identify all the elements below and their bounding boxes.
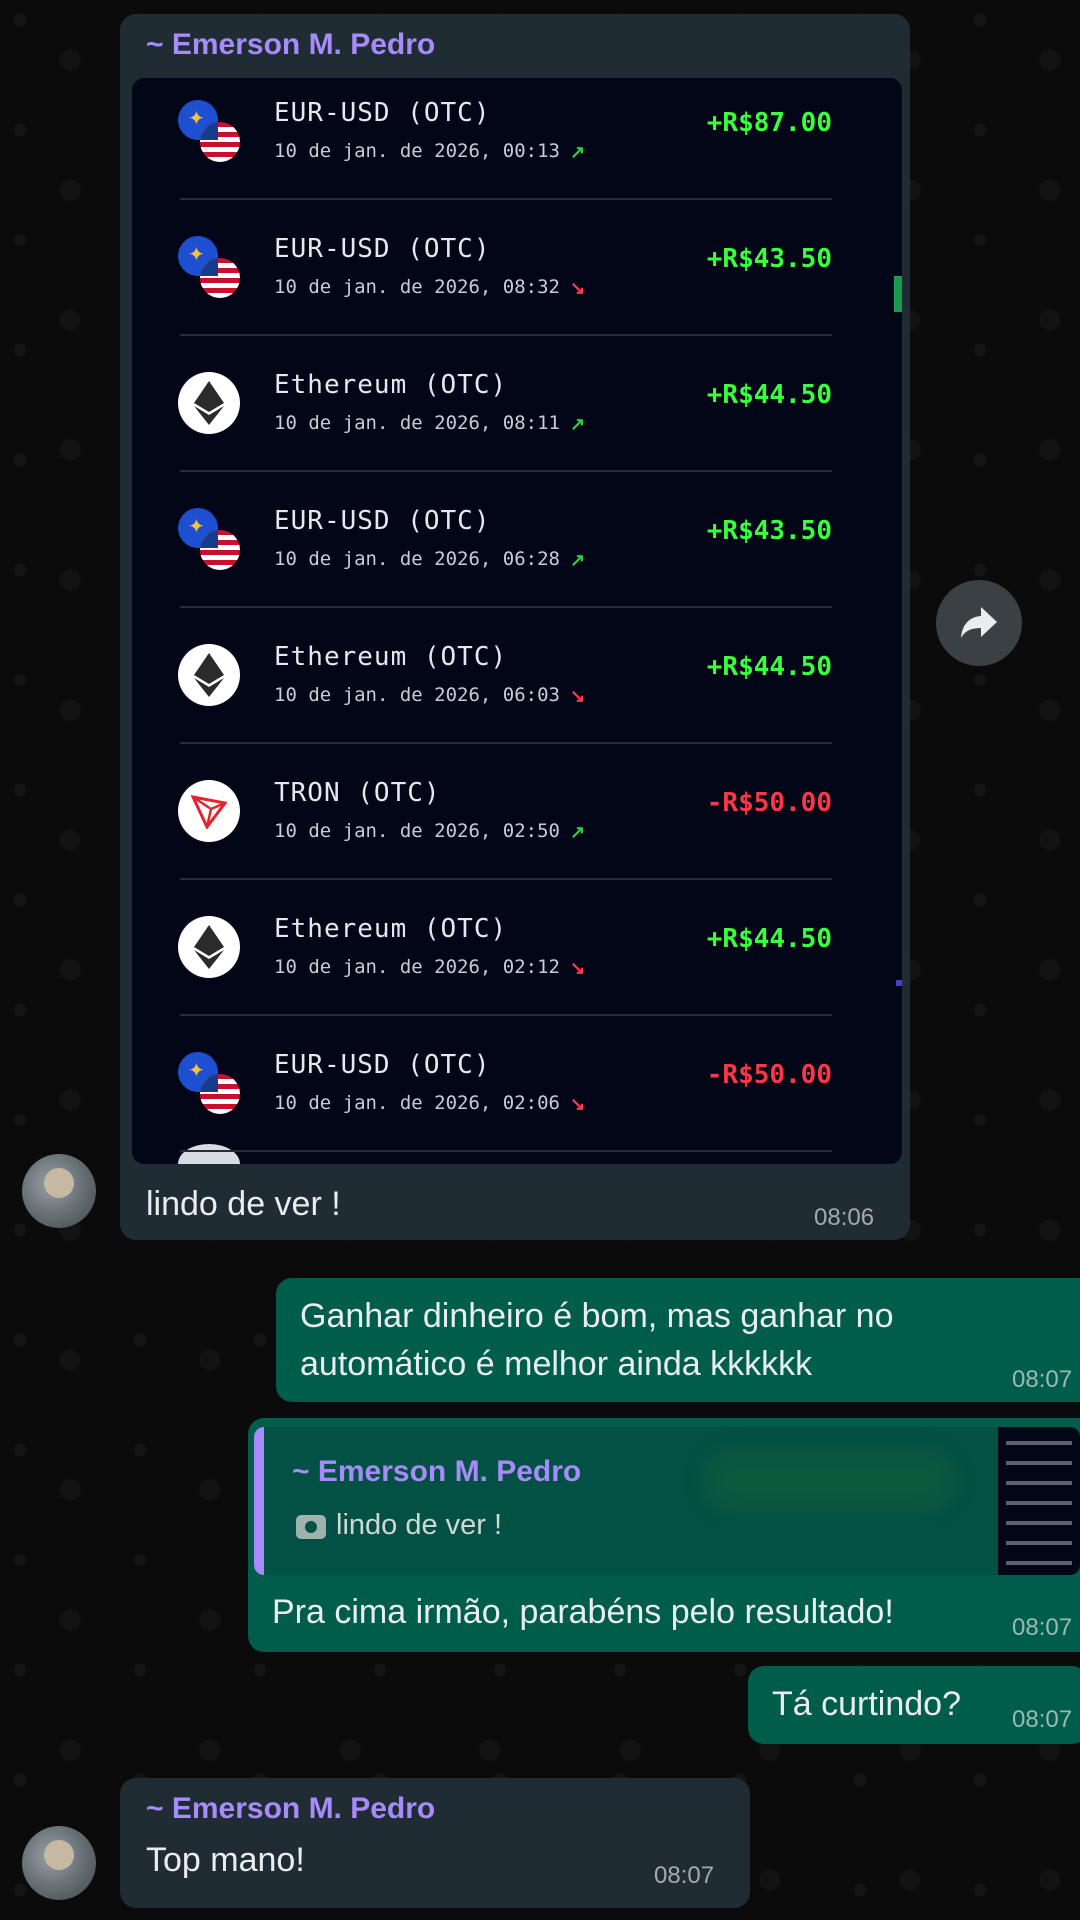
trade-result-value: +R$44.50 xyxy=(706,924,832,954)
trade-asset-name: Ethereum (OTC) xyxy=(274,642,508,672)
trade-date: 10 de jan. de 2026, 08:11 xyxy=(274,412,560,434)
tron-icon xyxy=(178,780,240,842)
outgoing-message[interactable]: Tá curtindo? 08:07 xyxy=(748,1666,1080,1744)
outgoing-message[interactable]: Ganhar dinheiro é bom, mas ganhar no aut… xyxy=(276,1278,1080,1402)
trend-down-icon: ↘ xyxy=(570,958,586,978)
sender-avatar[interactable] xyxy=(22,1826,96,1900)
ethereum-icon xyxy=(178,372,240,434)
camera-icon xyxy=(296,1515,326,1539)
trade-row[interactable]: Ethereum (OTC) 10 de jan. de 2026, 06:03 ↘… xyxy=(132,608,902,744)
redacted-area xyxy=(704,1451,954,1511)
quoted-message[interactable]: ~ Emerson M. Pedro lindo de ver ! xyxy=(254,1427,1080,1575)
trade-date: 10 de jan. de 2026, 06:03 xyxy=(274,684,560,706)
ethereum-icon xyxy=(178,644,240,706)
trade-date: 10 de jan. de 2026, 06:28 xyxy=(274,548,560,570)
sender-avatar[interactable] xyxy=(22,1154,96,1228)
trend-up-icon: ↗ xyxy=(570,550,586,570)
row-divider xyxy=(180,1150,832,1152)
trade-result-value: -R$50.00 xyxy=(706,788,832,818)
trade-row[interactable]: Ethereum (OTC) 10 de jan. de 2026, 02:12 ↘… xyxy=(132,880,902,1016)
trade-asset-name: EUR-USD (OTC) xyxy=(274,234,491,264)
trade-date: 10 de jan. de 2026, 08:32 xyxy=(274,276,560,298)
eur-usd-flags-icon xyxy=(178,236,240,298)
quoted-text: lindo de ver ! xyxy=(336,1509,503,1541)
trade-result-value: +R$87.00 xyxy=(706,108,832,138)
trend-down-icon: ↘ xyxy=(570,686,586,706)
trade-asset-name: EUR-USD (OTC) xyxy=(274,1050,491,1080)
trade-result-value: +R$43.50 xyxy=(706,244,832,274)
message-time: 08:06 xyxy=(814,1204,875,1231)
trade-asset-name: Ethereum (OTC) xyxy=(274,370,508,400)
message-text: Tá curtindo? xyxy=(772,1685,961,1723)
trend-up-icon: ↗ xyxy=(570,142,586,162)
quoted-image-thumbnail xyxy=(998,1427,1080,1575)
trade-row[interactable]: EUR-USD (OTC) 10 de jan. de 2026, 08:32 ↘ +… xyxy=(132,200,902,336)
trend-up-icon: ↗ xyxy=(570,414,586,434)
trade-row[interactable]: EUR-USD (OTC) 10 de jan. de 2026, 02:06 ↘ -… xyxy=(132,1016,902,1152)
trend-down-icon: ↘ xyxy=(570,1094,586,1114)
forward-button[interactable] xyxy=(936,580,1022,666)
trade-date: 10 de jan. de 2026, 02:50 xyxy=(274,820,560,842)
eur-usd-flags-icon xyxy=(178,1052,240,1114)
trade-asset-name: Ethereum (OTC) xyxy=(274,914,508,944)
trade-asset-name: TRON (OTC) xyxy=(274,778,441,808)
message-text: Pra cima irmão, parabéns pelo resultado! xyxy=(272,1593,894,1631)
message-text: Ganhar dinheiro é bom, mas ganhar no aut… xyxy=(300,1297,894,1383)
trade-row[interactable]: TRON (OTC) 10 de jan. de 2026, 02:50 ↗ -R$5… xyxy=(132,744,902,880)
sender-name[interactable]: ~ Emerson M. Pedro xyxy=(146,28,435,62)
eur-usd-flags-icon xyxy=(178,508,240,570)
sender-name[interactable]: ~ Emerson M. Pedro xyxy=(146,1792,435,1826)
trade-date: 10 de jan. de 2026, 02:06 xyxy=(274,1092,560,1114)
ethereum-icon xyxy=(178,916,240,978)
message-text: lindo de ver ! xyxy=(146,1185,341,1223)
trade-row[interactable]: Ethereum (OTC) 10 de jan. de 2026, 08:11 ↗… xyxy=(132,336,902,472)
trade-asset-name: EUR-USD (OTC) xyxy=(274,98,491,128)
trend-up-icon: ↗ xyxy=(570,822,586,842)
message-time: 08:07 xyxy=(1012,1366,1073,1393)
forward-arrow-icon xyxy=(961,607,997,638)
trade-row[interactable]: EUR-USD (OTC) 10 de jan. de 2026, 06:28 ↗ +… xyxy=(132,472,902,608)
quoted-sender-name: ~ Emerson M. Pedro xyxy=(292,1455,582,1488)
trade-row[interactable]: EUR-USD (OTC) 10 de jan. de 2026, 00:13 ↗ +… xyxy=(132,78,902,200)
trend-down-icon: ↘ xyxy=(570,278,586,298)
message-time: 08:07 xyxy=(654,1862,715,1889)
quote-accent-bar xyxy=(254,1427,264,1575)
trade-asset-name: EUR-USD (OTC) xyxy=(274,506,491,536)
trade-result-value: +R$43.50 xyxy=(706,516,832,546)
incoming-message[interactable]: ~ Emerson M. Pedro Top mano! 08:07 xyxy=(120,1778,750,1908)
trade-history-image[interactable]: EUR-USD (OTC) 10 de jan. de 2026, 00:13 ↗ +… xyxy=(132,78,902,1164)
trade-result-value: +R$44.50 xyxy=(706,380,832,410)
eur-usd-flags-icon xyxy=(178,100,240,162)
message-time: 08:07 xyxy=(1012,1706,1073,1733)
trade-result-value: +R$44.50 xyxy=(706,652,832,682)
message-text: Top mano! xyxy=(146,1841,305,1879)
message-time: 08:07 xyxy=(1012,1614,1073,1641)
trade-date: 10 de jan. de 2026, 00:13 xyxy=(274,140,560,162)
trade-date: 10 de jan. de 2026, 02:12 xyxy=(274,956,560,978)
trade-result-value: -R$50.00 xyxy=(706,1060,832,1090)
